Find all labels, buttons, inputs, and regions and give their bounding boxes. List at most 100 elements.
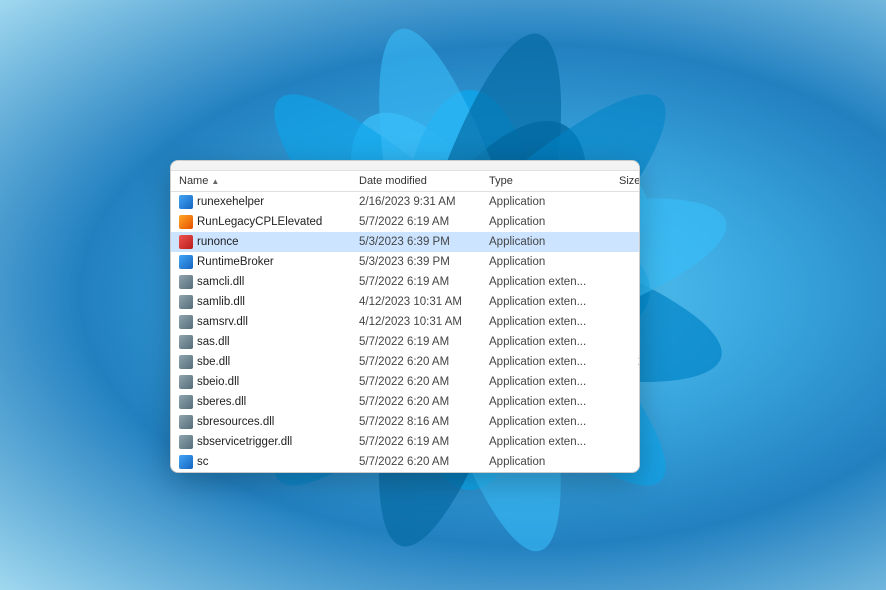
file-type: Application exten...	[489, 276, 619, 288]
table-row[interactable]: sbresources.dll 5/7/2022 8:16 AM Applica…	[171, 412, 639, 432]
file-name-text: runonce	[197, 236, 239, 248]
table-row[interactable]: RuntimeBroker 5/3/2023 6:39 PM Applicati…	[171, 252, 639, 272]
file-type: Application exten...	[489, 296, 619, 308]
file-name-cell: sbservicetrigger.dll	[179, 435, 359, 449]
file-type: Application	[489, 196, 619, 208]
col-size-label: Size	[619, 175, 640, 187]
file-type: Application	[489, 256, 619, 268]
file-type: Application exten...	[489, 436, 619, 448]
file-size: 36 KB	[619, 336, 639, 348]
file-type: Application exten...	[489, 336, 619, 348]
file-name-text: sbeio.dll	[197, 376, 239, 388]
file-name-cell: samsrv.dll	[179, 315, 359, 329]
file-icon	[179, 215, 193, 229]
table-row[interactable]: sbe.dll 5/7/2022 6:20 AM Application ext…	[171, 352, 639, 372]
table-row[interactable]: RunLegacyCPLElevated 5/7/2022 6:19 AM Ap…	[171, 212, 639, 232]
table-row[interactable]: runexehelper 2/16/2023 9:31 AM Applicati…	[171, 192, 639, 212]
file-date: 5/7/2022 6:20 AM	[359, 376, 489, 388]
file-type: Application	[489, 236, 619, 248]
file-name-text: RunLegacyCPLElevated	[197, 216, 322, 228]
file-icon	[179, 315, 193, 329]
file-size: 156 KB	[619, 296, 639, 308]
file-size: 112 KB	[619, 236, 639, 248]
sort-arrow-icon: ▲	[211, 177, 219, 186]
file-type: Application exten...	[489, 396, 619, 408]
file-name-cell: samcli.dll	[179, 275, 359, 289]
file-date: 5/7/2022 6:19 AM	[359, 216, 489, 228]
file-date: 4/12/2023 10:31 AM	[359, 296, 489, 308]
table-row[interactable]: sas.dll 5/7/2022 6:19 AM Application ext…	[171, 332, 639, 352]
file-date: 5/3/2023 6:39 PM	[359, 256, 489, 268]
col-header-date[interactable]: Date modified	[359, 175, 489, 187]
explorer-window: Name ▲ Date modified Type Size runexehel…	[170, 160, 640, 473]
file-icon	[179, 335, 193, 349]
file-date: 2/16/2023 9:31 AM	[359, 196, 489, 208]
file-name-text: sbe.dll	[197, 356, 230, 368]
table-row[interactable]: runonce 5/3/2023 6:39 PM Application 112…	[171, 232, 639, 252]
table-row[interactable]: sbservicetrigger.dll 5/7/2022 6:19 AM Ap…	[171, 432, 639, 452]
file-name-text: samlib.dll	[197, 296, 245, 308]
file-type: Application	[489, 216, 619, 228]
file-size: 131 KB	[619, 256, 639, 268]
file-icon	[179, 255, 193, 269]
file-name-cell: sc	[179, 455, 359, 469]
file-date: 5/7/2022 6:19 AM	[359, 276, 489, 288]
file-name-cell: runonce	[179, 235, 359, 249]
file-date: 5/7/2022 8:16 AM	[359, 416, 489, 428]
file-list: runexehelper 2/16/2023 9:31 AM Applicati…	[171, 192, 639, 472]
file-name-cell: sbeio.dll	[179, 375, 359, 389]
table-row[interactable]: sc 5/7/2022 6:20 AM Application 96 KB	[171, 452, 639, 472]
file-size: 920 KB	[619, 316, 639, 328]
table-row[interactable]: samsrv.dll 4/12/2023 10:31 AM Applicatio…	[171, 312, 639, 332]
file-type: Application exten...	[489, 316, 619, 328]
table-row[interactable]: samlib.dll 4/12/2023 10:31 AM Applicatio…	[171, 292, 639, 312]
file-name-cell: RuntimeBroker	[179, 255, 359, 269]
col-name-label: Name	[179, 175, 208, 187]
table-row[interactable]: samcli.dll 5/7/2022 6:19 AM Application …	[171, 272, 639, 292]
file-icon	[179, 375, 193, 389]
file-date: 5/7/2022 6:20 AM	[359, 356, 489, 368]
col-header-type[interactable]: Type	[489, 175, 619, 187]
col-date-label: Date modified	[359, 175, 427, 187]
file-size: 40 KB	[619, 436, 639, 448]
file-type: Application exten...	[489, 376, 619, 388]
file-date: 5/7/2022 6:20 AM	[359, 456, 489, 468]
file-type: Application exten...	[489, 356, 619, 368]
file-name-text: runexehelper	[197, 196, 264, 208]
file-name-text: sc	[197, 456, 209, 468]
file-icon	[179, 435, 193, 449]
file-icon	[179, 235, 193, 249]
file-icon	[179, 195, 193, 209]
col-header-name[interactable]: Name ▲	[179, 175, 359, 187]
file-date: 4/12/2023 10:31 AM	[359, 316, 489, 328]
file-type: Application exten...	[489, 416, 619, 428]
file-name-cell: RunLegacyCPLElevated	[179, 215, 359, 229]
file-name-cell: samlib.dll	[179, 295, 359, 309]
file-size: 100 KB	[619, 276, 639, 288]
file-name-text: RuntimeBroker	[197, 256, 274, 268]
file-date: 5/7/2022 6:20 AM	[359, 396, 489, 408]
title-bar	[171, 161, 639, 171]
file-type: Application	[489, 456, 619, 468]
file-name-text: sbservicetrigger.dll	[197, 436, 292, 448]
column-headers: Name ▲ Date modified Type Size	[171, 171, 639, 192]
file-size: 208 KB	[619, 376, 639, 388]
file-size: 48 KB	[619, 216, 639, 228]
file-date: 5/3/2023 6:39 PM	[359, 236, 489, 248]
table-row[interactable]: sberes.dll 5/7/2022 6:20 AM Application …	[171, 392, 639, 412]
file-size: 1,028 KB	[619, 356, 639, 368]
file-icon	[179, 395, 193, 409]
file-size: 96 KB	[619, 456, 639, 468]
file-icon	[179, 415, 193, 429]
table-row[interactable]: sbeio.dll 5/7/2022 6:20 AM Application e…	[171, 372, 639, 392]
file-icon	[179, 455, 193, 469]
file-name-text: sberes.dll	[197, 396, 246, 408]
file-name-text: sas.dll	[197, 336, 230, 348]
file-name-text: samsrv.dll	[197, 316, 248, 328]
col-header-size[interactable]: Size	[619, 175, 640, 187]
file-icon	[179, 275, 193, 289]
file-icon	[179, 355, 193, 369]
file-size: 46 KB	[619, 416, 639, 428]
file-name-cell: sbe.dll	[179, 355, 359, 369]
file-name-cell: sas.dll	[179, 335, 359, 349]
